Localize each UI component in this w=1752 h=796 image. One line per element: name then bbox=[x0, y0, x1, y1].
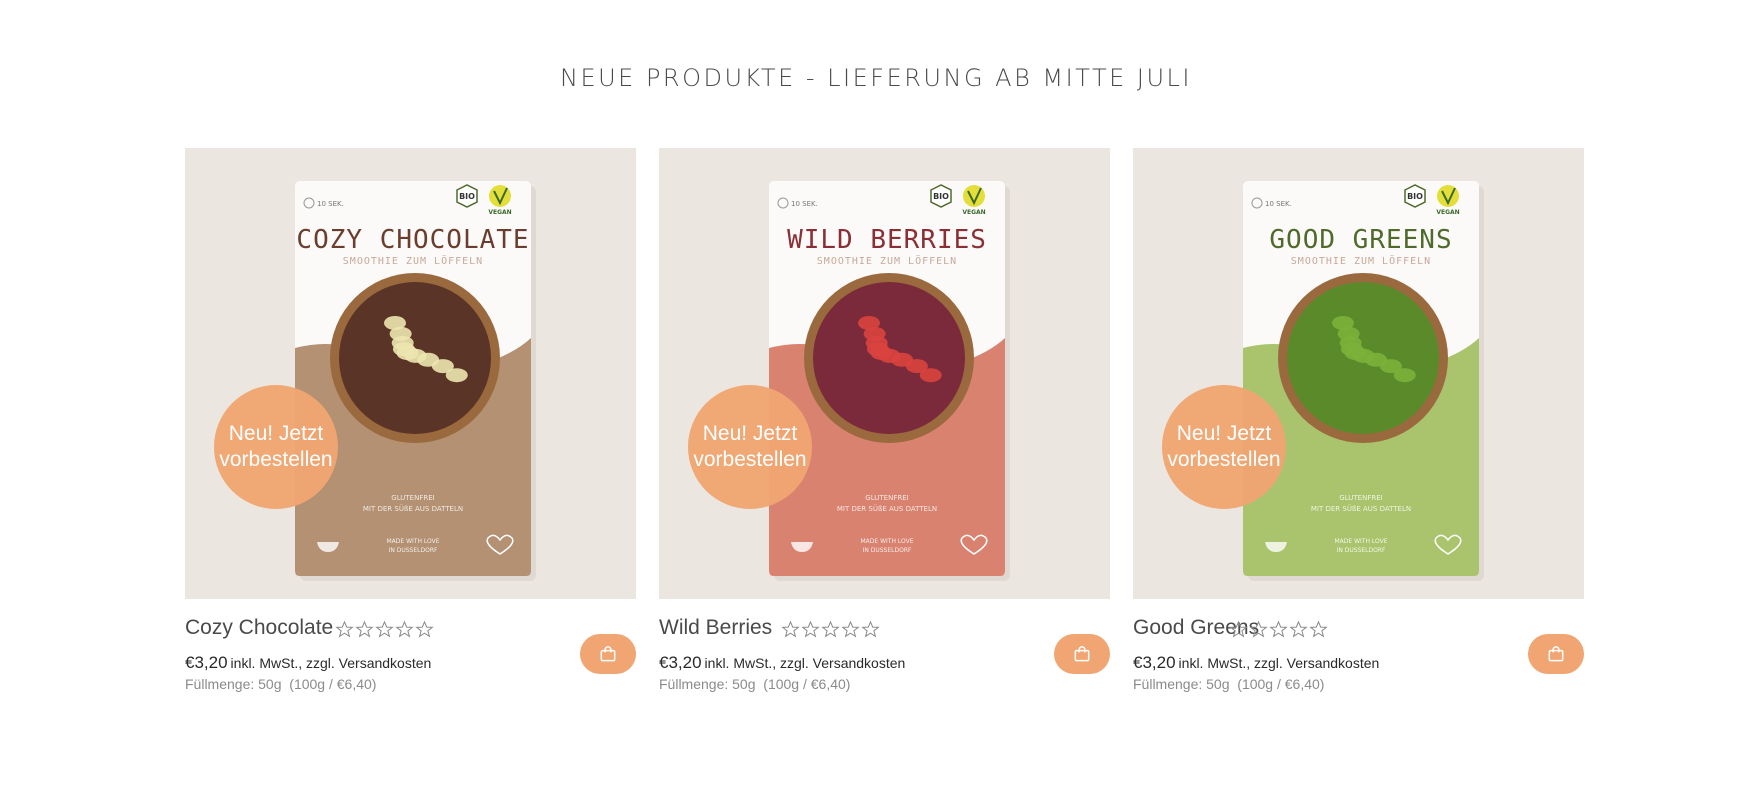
price-line: €3,20 inkl. MwSt., zzgl. Versandkosten bbox=[1133, 653, 1379, 673]
preorder-badge-line-1: Neu! Jetzt bbox=[1177, 422, 1272, 445]
shopping-bag-icon bbox=[1548, 646, 1564, 662]
shopping-bag-icon bbox=[600, 646, 616, 662]
pack-made-line-2: IN DÜSSELDORF bbox=[863, 547, 912, 554]
product-name[interactable]: Cozy Chocolate bbox=[185, 616, 333, 640]
pack-subtitle: SMOOTHIE ZUM LÖFFELN bbox=[343, 254, 483, 267]
pack-footer-line-1: GLUTENFREI bbox=[865, 494, 908, 502]
preorder-badge-line-2: vorbestellen bbox=[1167, 448, 1280, 471]
product-info: Wild Berries €3,20 inkl. MwSt., zzgl. Vers… bbox=[659, 616, 1110, 706]
star-outline-icon[interactable] bbox=[375, 620, 394, 639]
preorder-badge-line-2: vorbestellen bbox=[693, 448, 806, 471]
vegan-label: VEGAN bbox=[488, 209, 511, 216]
rating-stars[interactable] bbox=[1229, 620, 1328, 640]
star-outline-icon[interactable] bbox=[801, 620, 820, 639]
shopping-bag-icon bbox=[1074, 646, 1090, 662]
tax-note: inkl. MwSt., zzgl. Versandkosten bbox=[230, 655, 432, 671]
fill-quantity: Füllmenge: 50g (100g / €6,40) bbox=[1133, 676, 1325, 692]
product-info: Cozy Chocolate €3,20 inkl. MwSt., zzgl. Ve… bbox=[185, 616, 636, 706]
pack-made-line-2: IN DÜSSELDORF bbox=[389, 547, 438, 554]
pack-made-line-2: IN DÜSSELDORF bbox=[1337, 547, 1386, 554]
star-outline-icon[interactable] bbox=[415, 620, 434, 639]
pack-made-line-1: MADE WITH LOVE bbox=[860, 538, 913, 545]
add-to-cart-button[interactable] bbox=[1054, 634, 1110, 674]
product-image[interactable]: 10 SEK. BIO VEGAN WILD BERRIES SMOOTHIE ZUM … bbox=[659, 148, 1110, 599]
pack-time-label: 10 SEK. bbox=[791, 200, 818, 208]
product-card[interactable]: 10 SEK. BIO VEGAN GOOD GREENS SMOOTHIE ZUM L… bbox=[1133, 148, 1584, 708]
star-outline-icon[interactable] bbox=[335, 620, 354, 639]
rating-stars[interactable] bbox=[335, 620, 434, 640]
pack-time-label: 10 SEK. bbox=[317, 200, 344, 208]
vegan-label: VEGAN bbox=[1436, 209, 1459, 216]
product-grid: 10 SEK. BIO VEGAN COZY CHOCOLATE SMOOTHIE ZU… bbox=[185, 148, 1588, 708]
star-outline-icon[interactable] bbox=[1249, 620, 1268, 639]
product-price: €3,20 bbox=[659, 653, 702, 672]
fill-quantity: Füllmenge: 50g (100g / €6,40) bbox=[659, 676, 851, 692]
star-outline-icon[interactable] bbox=[841, 620, 860, 639]
pack-title: WILD BERRIES bbox=[787, 225, 987, 255]
section-title: NEUE PRODUKTE - LIEFERUNG AB MITTE JULI bbox=[559, 64, 1192, 92]
tax-note: inkl. MwSt., zzgl. Versandkosten bbox=[1178, 655, 1380, 671]
product-image[interactable]: 10 SEK. BIO VEGAN COZY CHOCOLATE SMOOTHIE ZU… bbox=[185, 148, 636, 599]
add-to-cart-button[interactable] bbox=[580, 634, 636, 674]
pack-footer-line-1: GLUTENFREI bbox=[1339, 494, 1382, 502]
preorder-badge-line-1: Neu! Jetzt bbox=[229, 422, 324, 445]
preorder-badge-line-2: vorbestellen bbox=[219, 448, 332, 471]
pack-footer-line-2: MIT DER SÜßE AUS DATTELN bbox=[1311, 504, 1411, 513]
preorder-badge-line-1: Neu! Jetzt bbox=[703, 422, 798, 445]
star-outline-icon[interactable] bbox=[861, 620, 880, 639]
product-price: €3,20 bbox=[1133, 653, 1176, 672]
product-package-illustration: 10 SEK. BIO VEGAN WILD BERRIESSMOOTHIE ZUM … bbox=[688, 181, 1010, 581]
product-info: Good Greens €3,20 inkl. MwSt., zzgl. Versa… bbox=[1133, 616, 1584, 706]
vegan-label: VEGAN bbox=[962, 209, 985, 216]
pack-footer-line-1: GLUTENFREI bbox=[391, 494, 434, 502]
pack-made-line-1: MADE WITH LOVE bbox=[1334, 538, 1387, 545]
product-price: €3,20 bbox=[185, 653, 228, 672]
pack-subtitle: SMOOTHIE ZUM LÖFFELN bbox=[817, 254, 957, 267]
product-card[interactable]: 10 SEK. BIO VEGAN WILD BERRIES SMOOTHIE ZUM … bbox=[659, 148, 1110, 708]
pack-time-label: 10 SEK. bbox=[1265, 200, 1292, 208]
bio-label: BIO bbox=[933, 192, 949, 201]
star-outline-icon[interactable] bbox=[1289, 620, 1308, 639]
pack-title: COZY CHOCOLATE bbox=[296, 225, 529, 255]
star-outline-icon[interactable] bbox=[1269, 620, 1288, 639]
rating-stars[interactable] bbox=[781, 620, 880, 640]
price-line: €3,20 inkl. MwSt., zzgl. Versandkosten bbox=[659, 653, 905, 673]
tax-note: inkl. MwSt., zzgl. Versandkosten bbox=[704, 655, 906, 671]
product-card[interactable]: 10 SEK. BIO VEGAN COZY CHOCOLATE SMOOTHIE ZU… bbox=[185, 148, 636, 708]
bio-label: BIO bbox=[1407, 192, 1423, 201]
product-package-illustration: 10 SEK. BIO VEGAN COZY CHOCOLATESMOOTHIE ZU… bbox=[214, 181, 536, 581]
add-to-cart-button[interactable] bbox=[1528, 634, 1584, 674]
product-image[interactable]: 10 SEK. BIO VEGAN GOOD GREENS SMOOTHIE ZUM L… bbox=[1133, 148, 1584, 599]
star-outline-icon[interactable] bbox=[781, 620, 800, 639]
pack-made-line-1: MADE WITH LOVE bbox=[386, 538, 439, 545]
star-outline-icon[interactable] bbox=[1229, 620, 1248, 639]
pack-subtitle: SMOOTHIE ZUM LÖFFELN bbox=[1291, 254, 1431, 267]
star-outline-icon[interactable] bbox=[355, 620, 374, 639]
pack-footer-line-2: MIT DER SÜßE AUS DATTELN bbox=[837, 504, 937, 513]
star-outline-icon[interactable] bbox=[1309, 620, 1328, 639]
bio-label: BIO bbox=[459, 192, 475, 201]
product-package-illustration: 10 SEK. BIO VEGAN GOOD GREENSSMOOTHIE ZUM L… bbox=[1162, 181, 1484, 581]
pack-footer-line-2: MIT DER SÜßE AUS DATTELN bbox=[363, 504, 463, 513]
price-line: €3,20 inkl. MwSt., zzgl. Versandkosten bbox=[185, 653, 431, 673]
product-name[interactable]: Wild Berries bbox=[659, 616, 772, 640]
pack-title: GOOD GREENS bbox=[1269, 225, 1452, 255]
fill-quantity: Füllmenge: 50g (100g / €6,40) bbox=[185, 676, 377, 692]
star-outline-icon[interactable] bbox=[821, 620, 840, 639]
star-outline-icon[interactable] bbox=[395, 620, 414, 639]
